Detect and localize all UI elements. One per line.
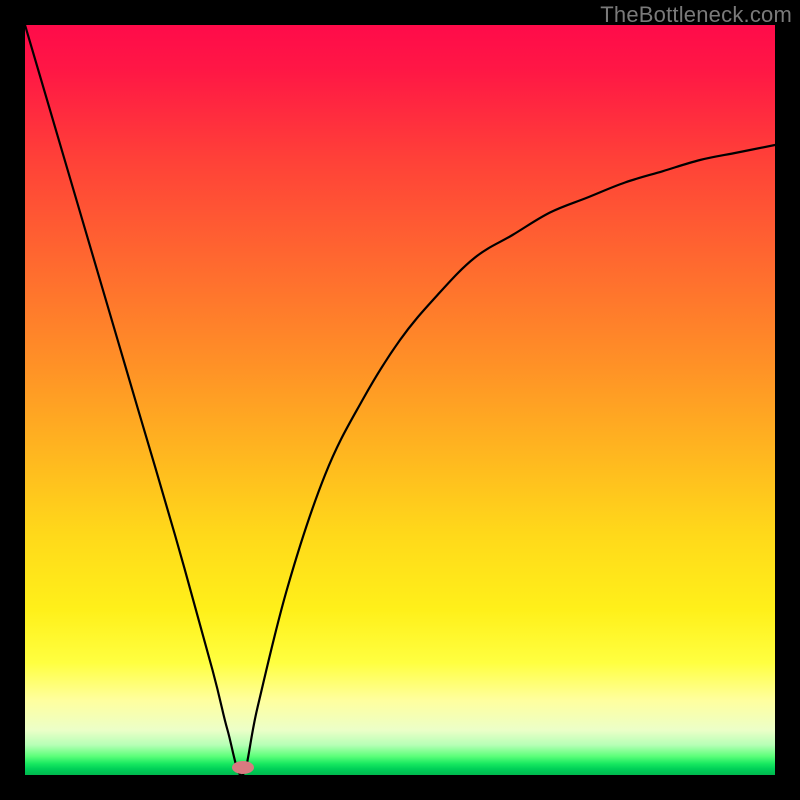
bottleneck-curve	[25, 25, 775, 775]
chart-frame: TheBottleneck.com	[0, 0, 800, 800]
curve-path	[25, 25, 775, 775]
plot-area	[25, 25, 775, 775]
optimum-marker	[232, 761, 254, 774]
